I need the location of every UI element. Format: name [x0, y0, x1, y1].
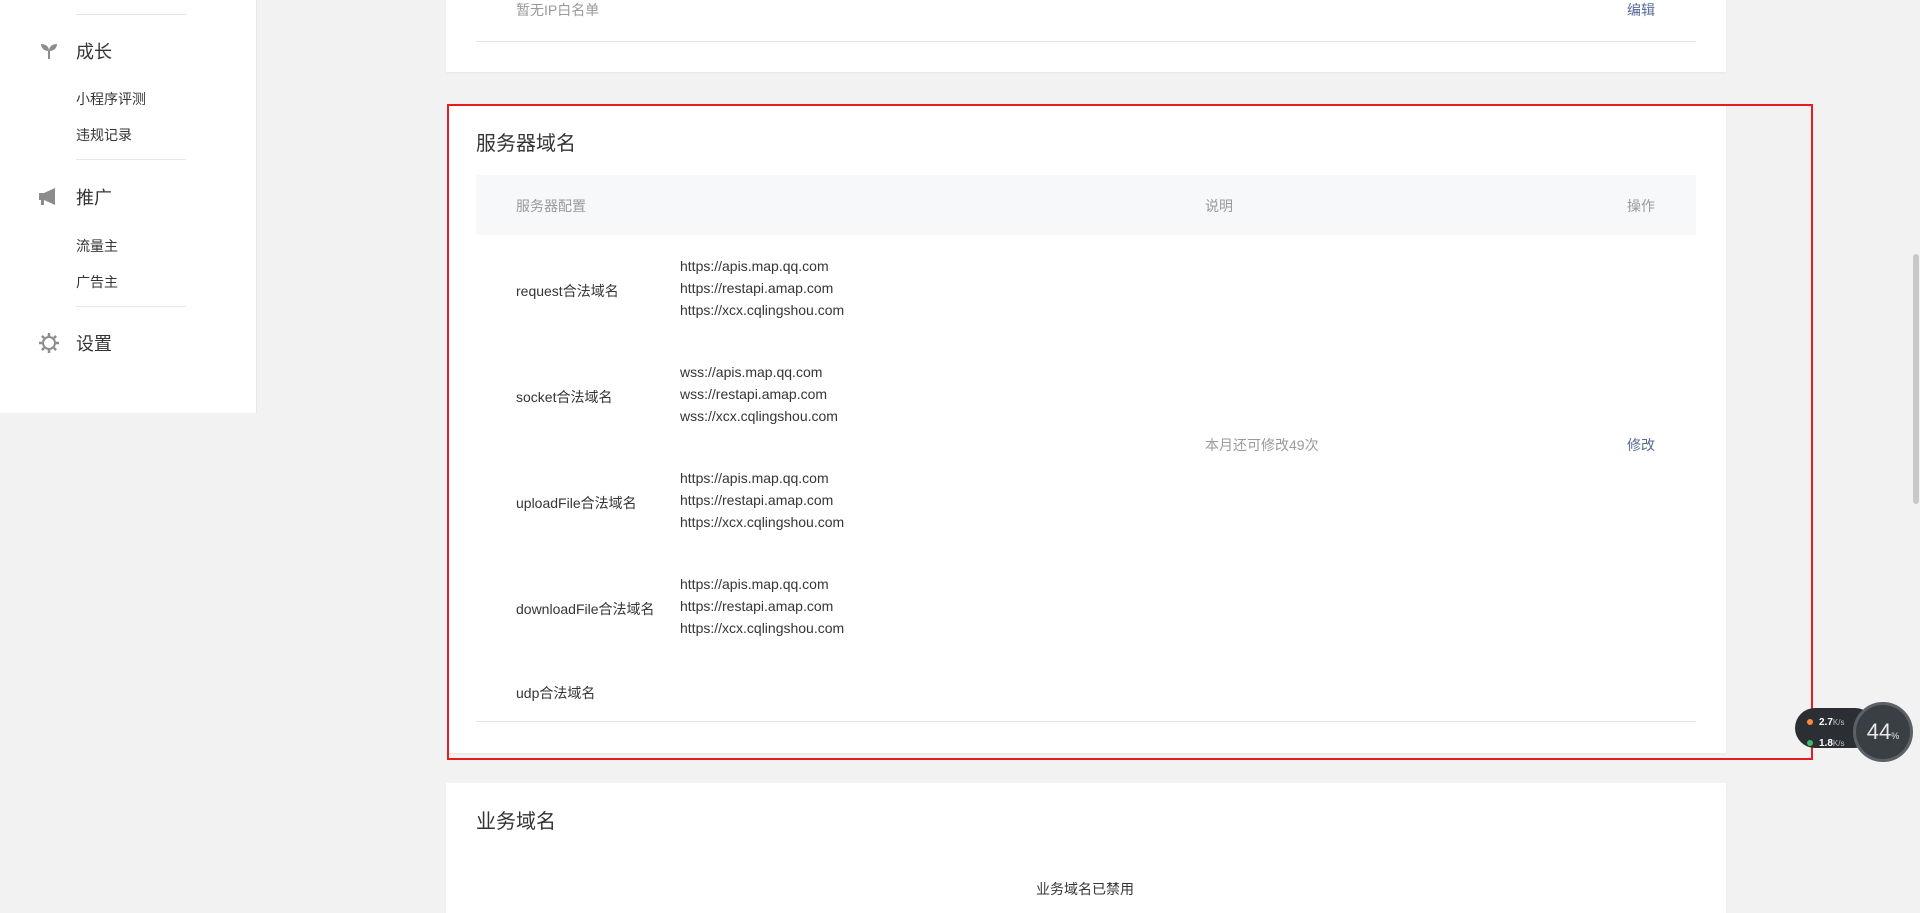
domain-url: wss://xcx.cqlingshou.com [680, 408, 838, 424]
scrollbar-thumb[interactable] [1913, 254, 1919, 504]
domain-row-urls: https://apis.map.qq.com https://restapi.… [680, 255, 844, 321]
upload-speed: 2.7K/s [1819, 717, 1845, 728]
domain-url: https://apis.map.qq.com [680, 576, 829, 592]
domain-url: https://restapi.amap.com [680, 280, 834, 296]
download-indicator-icon [1807, 740, 1813, 746]
domain-row-urls: https://apis.map.qq.com https://restapi.… [680, 467, 844, 533]
sidebar-divider [76, 14, 186, 15]
server-domain-table-header: 服务器配置 说明 操作 [476, 175, 1696, 235]
sidebar: 成长 小程序评测 违规记录 推广 流量主 广告主 设置 [0, 0, 257, 413]
domain-url: wss://apis.map.qq.com [680, 364, 823, 380]
sidebar-group-growth[interactable]: 成长 [38, 38, 112, 64]
sidebar-item-violation-records[interactable]: 违规记录 [76, 125, 132, 145]
sidebar-group-promotion[interactable]: 推广 [38, 184, 112, 210]
business-domain-card: 业务域名 业务域名已禁用 [446, 783, 1726, 913]
column-header-description: 说明 [1205, 198, 1233, 214]
memory-percent: 44% [1866, 719, 1900, 744]
sidebar-item-advertiser[interactable]: 广告主 [76, 272, 118, 292]
gear-icon [38, 332, 60, 354]
domain-row-name: downloadFile合法域名 [516, 601, 655, 617]
modify-quota-text: 本月还可修改49次 [1205, 437, 1319, 453]
modify-link[interactable]: 修改 [1627, 435, 1655, 455]
domain-url: https://xcx.cqlingshou.com [680, 620, 845, 636]
divider [476, 41, 1696, 42]
business-domain-status: 业务域名已禁用 [1036, 881, 1134, 897]
domain-row-urls: https://apis.map.qq.com https://restapi.… [680, 573, 844, 639]
scrollbar[interactable] [1912, 0, 1920, 886]
column-header-action: 操作 [1627, 198, 1655, 214]
domain-url: https://apis.map.qq.com [680, 258, 829, 274]
domain-row-name: request合法域名 [516, 283, 619, 299]
megaphone-icon [38, 186, 60, 208]
memory-gauge[interactable]: 44% [1853, 702, 1913, 762]
ip-whitelist-empty-text: 暂无IP白名单 [516, 2, 600, 18]
sidebar-group-label: 推广 [76, 188, 112, 208]
domain-url: https://xcx.cqlingshou.com [680, 514, 845, 530]
upload-indicator-icon [1807, 719, 1813, 725]
divider [476, 721, 1696, 722]
domain-row-name: uploadFile合法域名 [516, 495, 637, 511]
sidebar-item-traffic-owner[interactable]: 流量主 [76, 236, 118, 256]
domain-row-name: socket合法域名 [516, 389, 613, 405]
domain-url: https://xcx.cqlingshou.com [680, 302, 845, 318]
domain-url: https://apis.map.qq.com [680, 470, 829, 486]
domain-row-urls: wss://apis.map.qq.com wss://restapi.amap… [680, 361, 838, 427]
domain-row-name: udp合法域名 [516, 685, 596, 701]
sidebar-group-label: 设置 [76, 334, 112, 354]
network-speed-widget[interactable]: 2.7K/s 1.8K/s 44% [1795, 702, 1913, 762]
domain-url: https://restapi.amap.com [680, 598, 834, 614]
sidebar-group-label: 成长 [76, 42, 112, 62]
download-speed: 1.8K/s [1819, 738, 1845, 749]
sidebar-group-settings[interactable]: 设置 [38, 330, 112, 356]
ip-whitelist-card: 暂无IP白名单 编辑 [446, 0, 1726, 72]
domain-url: wss://restapi.amap.com [680, 386, 828, 402]
column-header-server-config: 服务器配置 [516, 198, 586, 214]
domain-url: https://restapi.amap.com [680, 492, 834, 508]
sidebar-divider [76, 306, 186, 307]
sidebar-divider [76, 159, 186, 160]
sprout-icon [38, 40, 60, 62]
ip-whitelist-edit-link[interactable]: 编辑 [1627, 0, 1655, 20]
server-domain-title: 服务器域名 [476, 133, 576, 155]
business-domain-title: 业务域名 [476, 811, 556, 833]
sidebar-item-miniprogram-review[interactable]: 小程序评测 [76, 89, 146, 109]
server-domain-card: 服务器域名 服务器配置 说明 操作 request合法域名 https://ap… [446, 105, 1726, 753]
